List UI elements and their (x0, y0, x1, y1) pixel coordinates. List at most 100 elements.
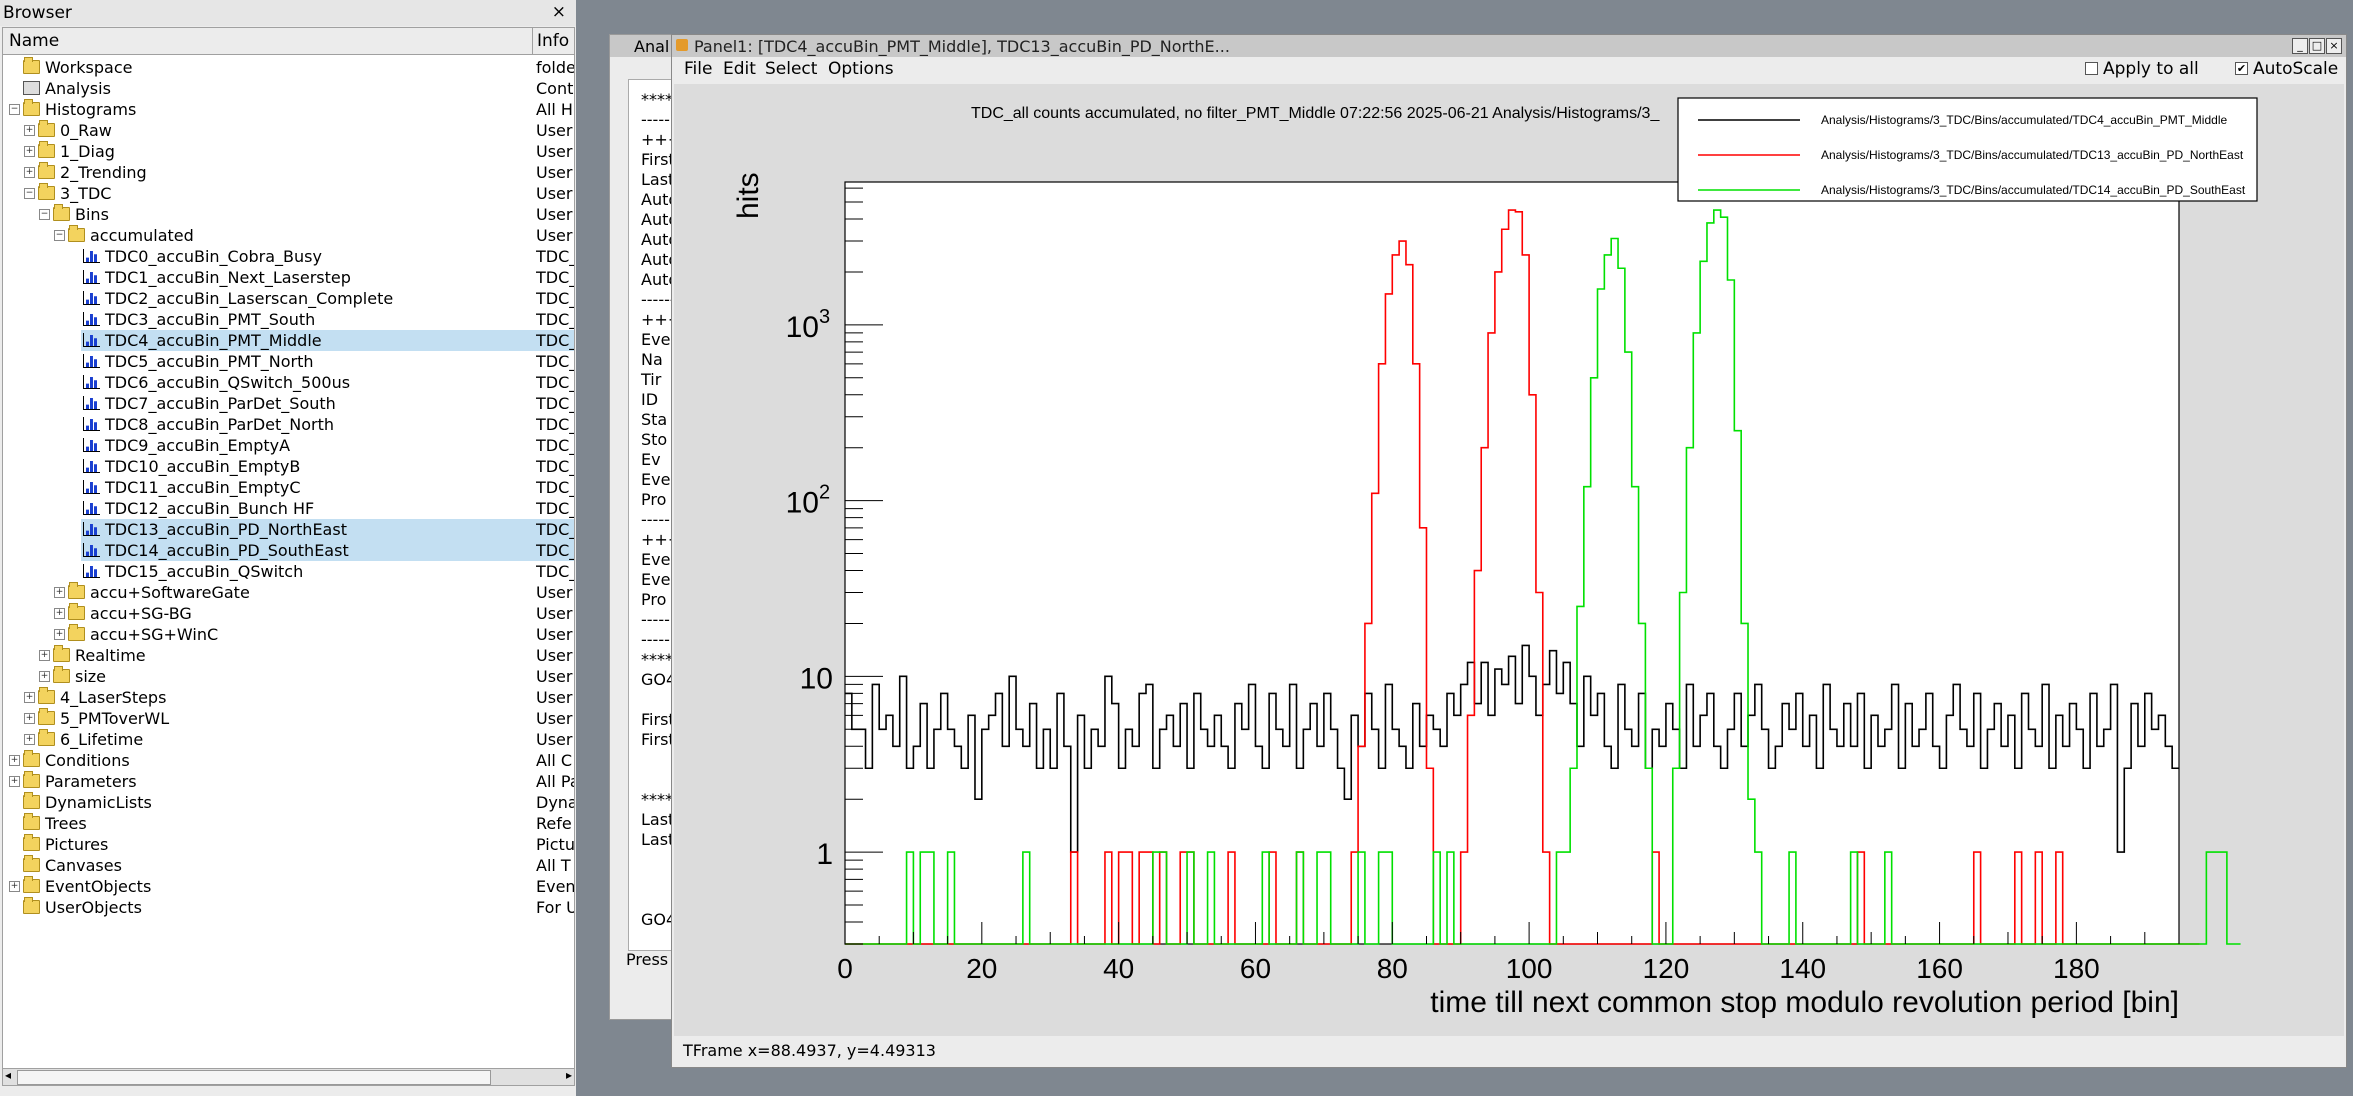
tree-item[interactable]: + accu+SG+WinC User (3, 624, 574, 645)
tree-item[interactable]: TDC15_accuBin_QSwitch TDC_ (3, 561, 574, 582)
maximize-icon[interactable]: □ (2309, 38, 2325, 54)
panel-title-bar[interactable]: Panel1: [TDC4_accuBin_PMT_Middle], TDC13… (672, 35, 2346, 57)
panel-window[interactable]: Panel1: [TDC4_accuBin_PMT_Middle], TDC13… (671, 34, 2347, 1068)
expand-toggle-icon[interactable]: + (24, 734, 35, 745)
tree-item[interactable]: + Parameters All Pa (3, 771, 574, 792)
tree-item[interactable]: TDC3_accuBin_PMT_South TDC_ (3, 309, 574, 330)
expand-toggle-icon[interactable]: + (9, 881, 20, 892)
tree-item[interactable]: Workspace folde (3, 57, 574, 78)
tree-item[interactable]: − Bins User (3, 204, 574, 225)
tree-item[interactable]: TDC12_accuBin_Bunch HF TDC_ (3, 498, 574, 519)
menu-options[interactable]: Options (828, 59, 894, 79)
autoscale-checkbox[interactable]: ✔ (2235, 62, 2248, 75)
expand-toggle-icon[interactable]: + (39, 650, 50, 661)
expand-toggle-icon[interactable]: + (54, 629, 65, 640)
tree-item-info: User (536, 688, 573, 707)
tree-item[interactable]: − 3_TDC User (3, 183, 574, 204)
tree-item[interactable]: +6_Lifetime User (3, 729, 574, 750)
tree-item-label: Workspace (45, 58, 133, 77)
scroll-right-icon[interactable]: ▸ (566, 1068, 572, 1082)
expand-toggle-icon[interactable]: + (24, 146, 35, 157)
tree-item[interactable]: + size User (3, 666, 574, 687)
tree-item[interactable]: Canvases All T (3, 855, 574, 876)
tree-item[interactable]: +0_Raw User (3, 120, 574, 141)
histogram-plot[interactable]: 0 20 40 60 80 100 120 140 160 18011010 210 3time ti… (674, 84, 2344, 1036)
tree-item[interactable]: TDC14_accuBin_PD_SouthEast TDC_ (3, 540, 574, 561)
menu-select[interactable]: Select (765, 59, 817, 79)
log-line: Last (641, 810, 675, 829)
expand-toggle-icon[interactable]: + (54, 587, 65, 598)
tree-item[interactable]: +1_Diag User (3, 141, 574, 162)
tree-item[interactable]: +4_LaserSteps User (3, 687, 574, 708)
tree-item-label: Trees (45, 814, 87, 833)
tree-item[interactable]: TDC7_accuBin_ParDet_South TDC_ (3, 393, 574, 414)
column-divider[interactable] (532, 28, 533, 54)
tree-item[interactable]: +5_PMToverWL User (3, 708, 574, 729)
apply-all-checkbox[interactable] (2085, 62, 2098, 75)
column-header-name[interactable]: Name (9, 31, 59, 51)
scroll-left-icon[interactable]: ◂ (5, 1068, 11, 1082)
tree-item-label: TDC1_accuBin_Next_Laserstep (105, 268, 351, 287)
tree-header: Name Info (3, 28, 574, 55)
tree-item[interactable]: Pictures Pictu (3, 834, 574, 855)
tree-item[interactable]: TDC8_accuBin_ParDet_North TDC_ (3, 414, 574, 435)
expand-toggle-icon[interactable]: + (24, 692, 35, 703)
tree-item[interactable]: TDC10_accuBin_EmptyB TDC_ (3, 456, 574, 477)
tree-item[interactable]: TDC1_accuBin_Next_Laserstep TDC_ (3, 267, 574, 288)
expand-toggle-icon[interactable]: − (9, 104, 20, 115)
tree-item[interactable]: TDC11_accuBin_EmptyC TDC_ (3, 477, 574, 498)
log-line: Pro (641, 590, 667, 609)
minimize-icon[interactable]: _ (2292, 38, 2308, 54)
expand-toggle-icon[interactable]: + (54, 608, 65, 619)
expand-toggle-icon[interactable]: + (24, 125, 35, 136)
close-icon[interactable]: × (552, 2, 566, 22)
column-header-info[interactable]: Info (537, 31, 569, 51)
status-bar: TFrame x=88.4937, y=4.49313 (683, 1041, 936, 1060)
tree-item[interactable]: + Conditions All C (3, 750, 574, 771)
log-line: Ev (641, 450, 661, 469)
autoscale-label[interactable]: AutoScale (2253, 59, 2338, 79)
tree-item[interactable]: − Histograms All H (3, 99, 574, 120)
tree-item[interactable]: Trees Refe (3, 813, 574, 834)
expand-toggle-icon[interactable]: − (54, 230, 65, 241)
menu-file[interactable]: File (684, 59, 712, 79)
tree-item[interactable]: TDC2_accuBin_Laserscan_Complete TDC_ (3, 288, 574, 309)
histogram-canvas[interactable]: 0 20 40 60 80 100 120 140 160 180 1 10 10 2 10 3 time ti… (674, 84, 2344, 1036)
tree-item[interactable]: TDC9_accuBin_EmptyA TDC_ (3, 435, 574, 456)
apply-all-label[interactable]: Apply to all (2103, 59, 2199, 79)
tree-item[interactable]: + accu+SoftwareGate User (3, 582, 574, 603)
y-tick-label: 10 (786, 311, 819, 344)
tree-item[interactable]: + accu+SG-BG User (3, 603, 574, 624)
tree-item[interactable]: DynamicLists Dyna (3, 792, 574, 813)
press-button[interactable]: Press (626, 950, 668, 969)
tree-item[interactable]: TDC0_accuBin_Cobra_Busy TDC_ (3, 246, 574, 267)
expand-toggle-icon[interactable]: + (39, 671, 50, 682)
browser-tree[interactable]: Name Info Workspace folde Analysis Cont − His… (2, 27, 575, 1069)
window-close-icon[interactable]: × (2326, 38, 2342, 54)
tree-item[interactable]: TDC13_accuBin_PD_NorthEast TDC_ (3, 519, 574, 540)
log-line: ID (641, 390, 659, 409)
tree-item[interactable]: Analysis Cont (3, 78, 574, 99)
tree-item[interactable]: TDC4_accuBin_PMT_Middle TDC_ (3, 330, 574, 351)
horizontal-scrollbar[interactable]: ◂ ▸ (2, 1068, 575, 1086)
tree-item[interactable]: − accumulated User (3, 225, 574, 246)
tree-item-label: EventObjects (45, 877, 152, 896)
expand-toggle-icon[interactable]: + (9, 755, 20, 766)
tree-item-info: TDC_ (536, 499, 574, 518)
tree-item[interactable]: +2_Trending User (3, 162, 574, 183)
expand-toggle-icon[interactable]: + (24, 167, 35, 178)
tree-item[interactable]: UserObjects For U (3, 897, 574, 918)
chart-title: TDC_all counts accumulated, no filter_PM… (971, 105, 1660, 122)
tree-item[interactable]: + EventObjects Even (3, 876, 574, 897)
tree-item[interactable]: TDC6_accuBin_QSwitch_500us TDC_ (3, 372, 574, 393)
expand-toggle-icon[interactable]: + (24, 713, 35, 724)
scrollbar-thumb[interactable] (17, 1070, 491, 1085)
tree-item[interactable]: + Realtime User (3, 645, 574, 666)
tree-item[interactable]: TDC5_accuBin_PMT_North TDC_ (3, 351, 574, 372)
expand-toggle-icon[interactable]: − (24, 188, 35, 199)
menu-edit[interactable]: Edit (723, 59, 756, 79)
expand-toggle-icon[interactable]: − (39, 209, 50, 220)
expand-toggle-icon[interactable]: + (9, 776, 20, 787)
tree-item-info: All T (536, 856, 571, 875)
x-tick-label: 40 (1103, 953, 1134, 984)
